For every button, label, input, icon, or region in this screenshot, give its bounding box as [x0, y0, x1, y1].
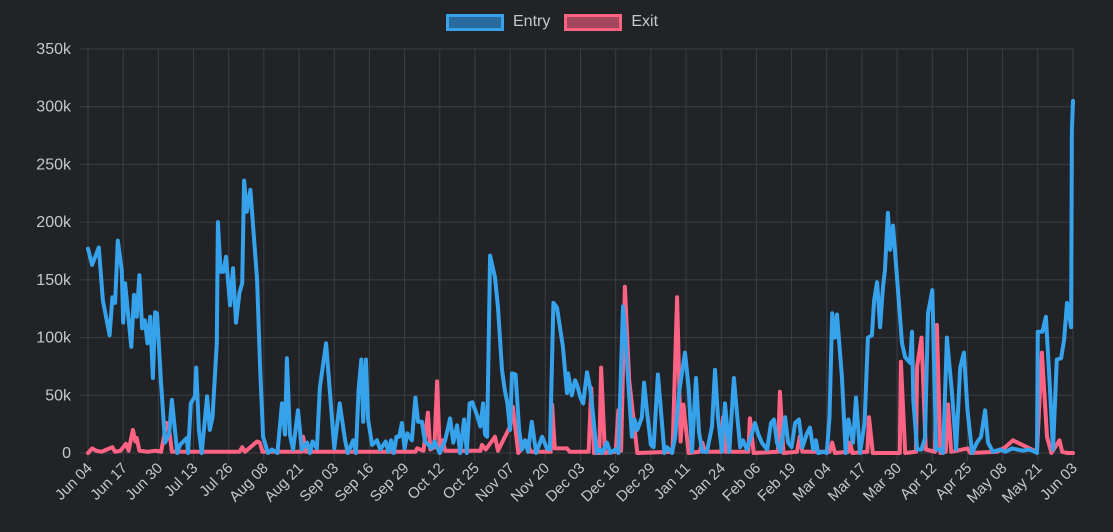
x-tick-label: Aug 21 [261, 460, 307, 506]
y-tick-label: 100k [36, 330, 72, 347]
x-tick-label: Mar 30 [860, 460, 905, 505]
x-tick-label: Nov 20 [508, 460, 554, 506]
x-tick-label: Jan 11 [651, 460, 694, 503]
x-tick-label: Feb 06 [719, 460, 764, 505]
y-axis-labels: 0 50k 100k 150k 200k 250k 300k 350k [36, 41, 72, 462]
x-tick-label: Sep 29 [367, 460, 413, 506]
y-tick-label: 150k [36, 272, 72, 289]
x-tick-label: Dec 16 [578, 460, 624, 506]
x-tick-label: Jun 04 [52, 460, 96, 504]
x-tick-label: Mar 04 [790, 460, 835, 505]
x-tick-label: Jun 30 [122, 460, 166, 504]
x-tick-label: Sep 03 [296, 460, 342, 506]
y-tick-label: 250k [36, 156, 72, 173]
x-tick-label: Oct 12 [404, 460, 447, 503]
x-tick-label: May 21 [999, 460, 1046, 507]
x-axis-labels: Jun 04Jun 17Jun 30Jul 13Jul 26Aug 08Aug … [52, 460, 1081, 507]
x-tick-label: Jun 17 [87, 460, 131, 504]
x-tick-label: Apr 12 [897, 460, 940, 503]
x-tick-label: Sep 16 [332, 460, 378, 506]
x-tick-label: Aug 08 [226, 460, 272, 506]
y-tick-label: 300k [36, 99, 72, 116]
x-tick-label: Dec 03 [543, 460, 589, 506]
x-tick-label: Nov 07 [472, 460, 518, 506]
x-tick-label: Feb 19 [754, 460, 799, 505]
y-tick-label: 0 [62, 445, 71, 462]
y-tick-label: 350k [36, 41, 72, 58]
x-tick-label: Jul 13 [161, 460, 201, 500]
x-tick-label: Jun 03 [1037, 460, 1081, 504]
x-tick-label: Dec 29 [613, 460, 659, 506]
y-tick-label: 200k [36, 214, 72, 231]
line-chart: 0 50k 100k 150k 200k 250k 300k 350k Jun 04Jun 1… [36, 41, 1081, 507]
y-tick-label: 50k [45, 387, 72, 404]
x-tick-label: Mar 17 [825, 460, 870, 505]
